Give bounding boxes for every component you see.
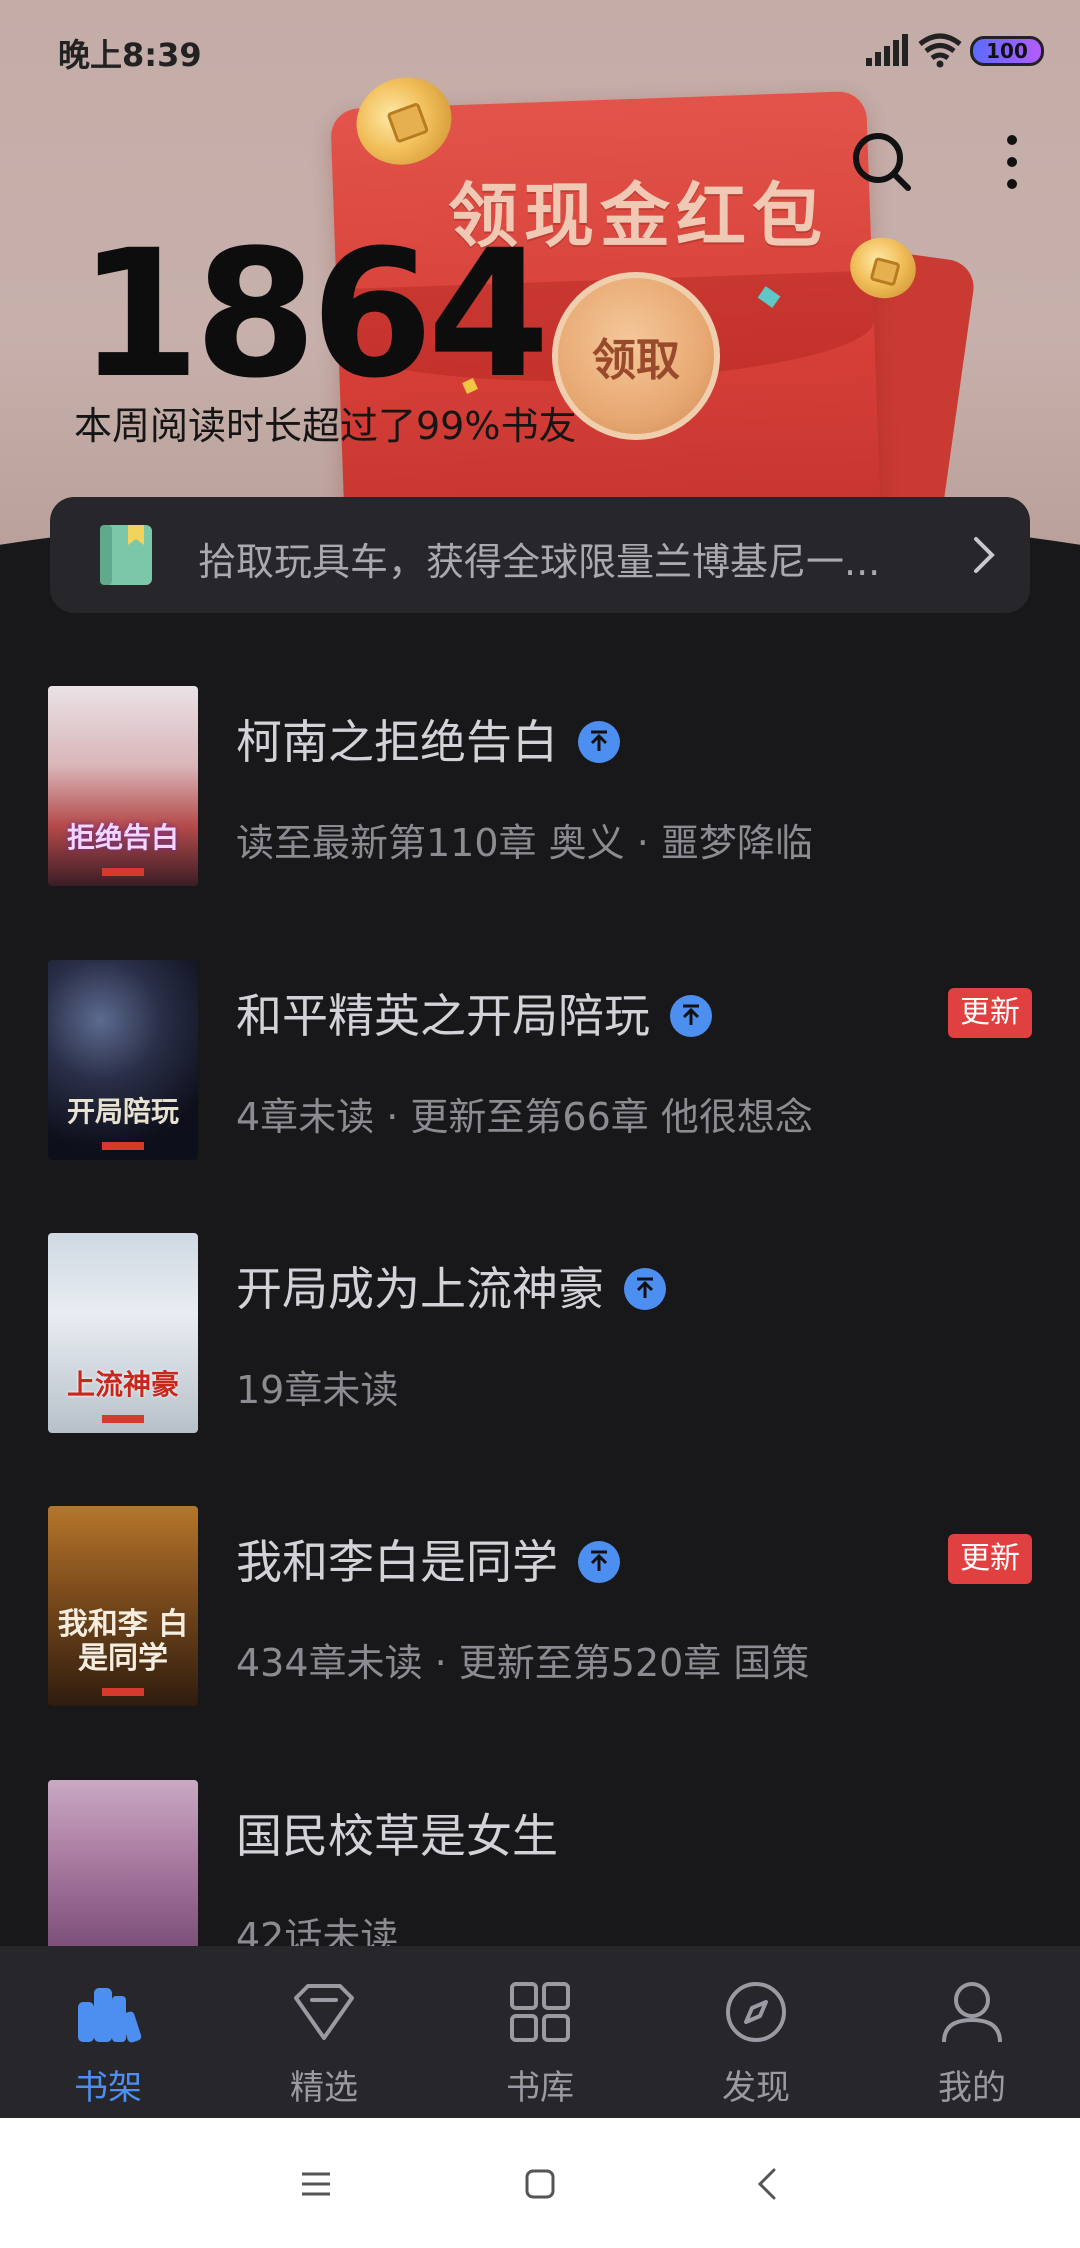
pinned-icon bbox=[670, 994, 712, 1037]
cover-brand bbox=[102, 1415, 144, 1423]
receive-button[interactable]: 领取 bbox=[552, 272, 720, 440]
menu-icon[interactable] bbox=[296, 2164, 336, 2204]
cover-title: 拒绝告白 bbox=[66, 821, 179, 854]
more-icon[interactable] bbox=[996, 130, 1028, 194]
book-item[interactable]: 国民校草是女生 42话未读 bbox=[0, 1780, 1080, 1946]
reading-minutes: 1864 bbox=[78, 212, 550, 417]
system-nav-bar bbox=[0, 2118, 1080, 2248]
book-progress: 434章未读 · 更新至第520章 国策 bbox=[236, 1641, 810, 1685]
cover-brand bbox=[102, 868, 144, 876]
book-cover[interactable]: 拒绝告白 bbox=[48, 686, 198, 886]
book-title: 我和李白是同学 bbox=[236, 1526, 620, 1592]
nav-label: 精选 bbox=[290, 2068, 358, 2108]
cover-title: 开局陪玩 bbox=[66, 1095, 179, 1128]
book-title: 柯南之拒绝告白 bbox=[236, 706, 620, 772]
pinned-icon bbox=[578, 1540, 620, 1583]
book-cover[interactable]: 上流神豪 bbox=[48, 1233, 198, 1433]
cover-title: 我和李 白是同学 bbox=[57, 1607, 189, 1676]
cover-title: 上流神豪 bbox=[66, 1368, 179, 1401]
nav-bookshelf[interactable]: 书架 bbox=[28, 1946, 188, 2118]
book-item[interactable]: 我和李 白是同学 我和李白是同学 434章未读 · 更新至第520章 国策 更新 bbox=[0, 1506, 1080, 1726]
book-cover[interactable]: 我和李 白是同学 bbox=[48, 1506, 198, 1706]
update-badge: 更新 bbox=[948, 988, 1032, 1038]
book-progress: 19章未读 bbox=[236, 1368, 399, 1412]
home-icon[interactable] bbox=[520, 2164, 560, 2204]
book-cover[interactable]: 开局陪玩 bbox=[48, 960, 198, 1160]
notice-bar[interactable]: 拾取玩具车，获得全球限量兰博基尼一... bbox=[50, 497, 1030, 613]
pinned-icon bbox=[578, 720, 620, 763]
update-badge: 更新 bbox=[948, 1534, 1032, 1584]
book-title: 和平精英之开局陪玩 bbox=[236, 980, 712, 1046]
nav-discover[interactable]: 发现 bbox=[676, 1946, 836, 2118]
book-icon bbox=[100, 525, 152, 585]
book-progress: 读至最新第110章 奥义 · 噩梦降临 bbox=[236, 821, 813, 865]
pinned-icon bbox=[624, 1267, 666, 1310]
nav-library[interactable]: 书库 bbox=[460, 1946, 620, 2118]
search-icon[interactable] bbox=[850, 130, 914, 194]
battery-indicator: 100 bbox=[970, 36, 1044, 66]
grid-icon bbox=[510, 1982, 570, 2042]
book-cover[interactable] bbox=[48, 1780, 198, 1946]
book-item[interactable]: 上流神豪 开局成为上流神豪 19章未读 bbox=[0, 1233, 1080, 1453]
book-progress: 4章未读 · 更新至第66章 他很想念 bbox=[236, 1095, 813, 1139]
book-progress: 42话未读 bbox=[236, 1915, 399, 1946]
cover-brand bbox=[102, 1142, 144, 1150]
bottom-nav: 书架 精选 书库 发现 我的 bbox=[0, 1946, 1080, 2118]
book-item[interactable]: 开局陪玩 和平精英之开局陪玩 4章未读 · 更新至第66章 他很想念 更新 bbox=[0, 960, 1080, 1180]
nav-label: 书库 bbox=[506, 2068, 574, 2108]
back-icon[interactable] bbox=[748, 2164, 788, 2204]
nav-profile[interactable]: 我的 bbox=[892, 1946, 1052, 2118]
book-title: 国民校草是女生 bbox=[236, 1809, 558, 1863]
nav-label: 我的 bbox=[938, 2068, 1006, 2108]
week-reading-text: 本周阅读时长超过了99%书友 bbox=[74, 404, 577, 448]
nav-label: 发现 bbox=[722, 2068, 790, 2108]
user-icon bbox=[942, 1982, 1002, 2043]
notice-text: 拾取玩具车，获得全球限量兰博基尼一... bbox=[198, 540, 881, 584]
chevron-right-icon bbox=[974, 537, 995, 573]
cover-brand bbox=[102, 1688, 144, 1696]
bookshelf-icon bbox=[78, 1988, 142, 2043]
nav-label: 书架 bbox=[74, 2068, 142, 2108]
diamond-icon bbox=[294, 1984, 354, 2040]
book-item[interactable]: 拒绝告白 柯南之拒绝告白 读至最新第110章 奥义 · 噩梦降临 bbox=[0, 686, 1080, 906]
book-title: 开局成为上流神豪 bbox=[236, 1253, 666, 1319]
compass-icon bbox=[726, 1982, 786, 2042]
status-time: 晚上8:39 bbox=[58, 36, 202, 74]
nav-featured[interactable]: 精选 bbox=[244, 1946, 404, 2118]
